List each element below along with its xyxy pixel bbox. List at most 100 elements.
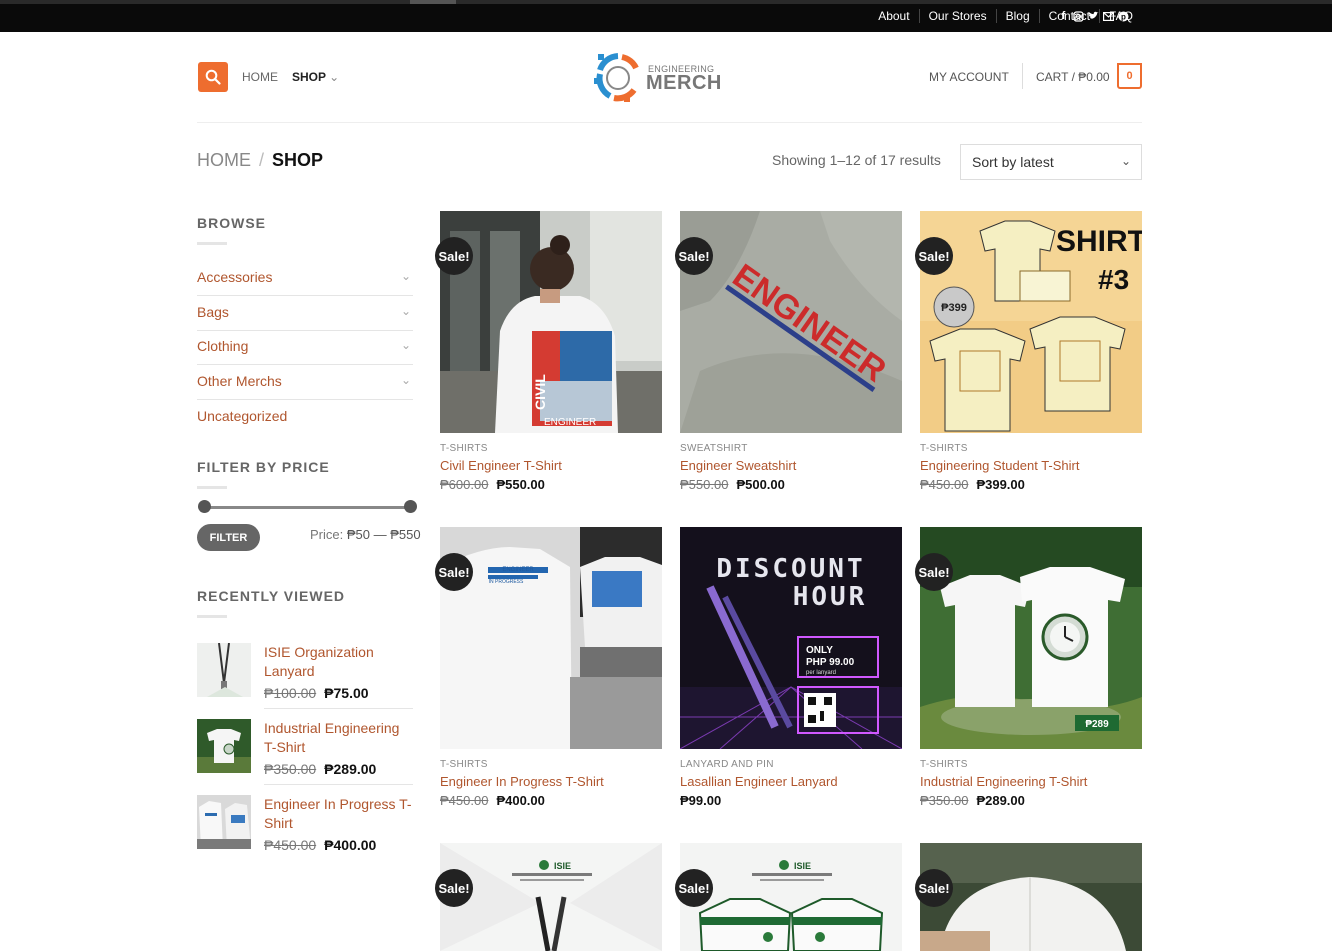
poster-only: ONLY <box>806 645 833 656</box>
instagram-icon[interactable] <box>1073 10 1084 22</box>
recent-item-price: ₱450.00 ₱400.00 <box>264 837 376 853</box>
email-icon[interactable] <box>1103 10 1114 22</box>
product-image[interactable]: ISIE <box>680 843 902 951</box>
isie-lanyard-image: ISIE <box>440 843 662 951</box>
twitter-icon[interactable] <box>1088 10 1099 22</box>
product-title[interactable]: Civil Engineer T-Shirt <box>440 458 562 473</box>
product-image[interactable]: CIVIL ENGINEER <box>440 211 662 433</box>
discount-hour-poster: DISCOUNT HOUR ONLY PHP 99.00 per lanyard <box>680 527 902 749</box>
product-image[interactable]: ₱289 <box>920 527 1142 749</box>
product-image[interactable]: ENGINEER IN PROGRESS <box>440 527 662 749</box>
facebook-icon[interactable]: f <box>1058 10 1069 22</box>
site-logo[interactable]: ENGINEERING MERCH <box>594 52 724 104</box>
recent-item[interactable]: Industrial Engineering T-Shirt ₱350.00 ₱2… <box>197 719 413 793</box>
isie-logo-text: ISIE <box>794 861 811 871</box>
shirt-print-line2: IN PROGRESS <box>489 579 524 585</box>
sort-selected-value: Sort by latest <box>972 154 1054 170</box>
category-other-merchs[interactable]: Other Merchs ⌄ <box>197 365 413 400</box>
price-slider-min-handle[interactable] <box>198 500 211 513</box>
cart-link[interactable]: CART / ₱0.00 <box>1036 70 1110 84</box>
recent-item-name[interactable]: Engineer In Progress T-Shirt <box>264 795 414 833</box>
nav-shop[interactable]: SHOP ⌄ <box>292 70 339 84</box>
my-account-link[interactable]: MY ACCOUNT <box>929 70 1009 84</box>
recent-separator <box>264 708 413 709</box>
product-image[interactable]: ENGINEER <box>680 211 902 433</box>
sale-badge: Sale! <box>675 237 713 275</box>
recent-item-thumbnail[interactable] <box>197 795 251 849</box>
chevron-down-icon[interactable]: ⌄ <box>401 338 411 352</box>
sale-badge: Sale! <box>915 869 953 907</box>
product-price: ₱450.00 ₱400.00 <box>440 793 545 808</box>
product-image[interactable]: DISCOUNT HOUR ONLY PHP 99.00 per lanyard <box>680 527 902 749</box>
category-label: Accessories <box>197 269 273 285</box>
shirt-print-civil: CIVIL <box>532 374 548 410</box>
cart-count-badge[interactable]: 0 <box>1117 63 1142 89</box>
isie-polo-image: ISIE <box>680 843 902 951</box>
pinterest-icon[interactable]: p <box>1118 10 1129 22</box>
category-accessories[interactable]: Accessories ⌄ <box>197 261 413 296</box>
category-clothing[interactable]: Clothing ⌄ <box>197 330 413 365</box>
social-icons: f p <box>1058 10 1129 22</box>
sort-select[interactable]: Sort by latest ⌄ <box>960 144 1142 180</box>
industrial-engineering-poster: ₱289 <box>920 527 1142 749</box>
gear-logo-icon <box>594 53 639 102</box>
product-title[interactable]: Engineer In Progress T-Shirt <box>440 774 604 789</box>
sale-price: ₱75.00 <box>324 685 369 701</box>
breadcrumb: HOME / SHOP <box>197 150 323 171</box>
breadcrumb-home[interactable]: HOME <box>197 150 251 170</box>
category-bags[interactable]: Bags ⌄ <box>197 296 413 331</box>
recent-item-name[interactable]: ISIE Organization Lanyard <box>264 643 414 681</box>
product-image[interactable]: SHIRT #3 ₱399 <box>920 211 1142 433</box>
top-link-about[interactable]: About <box>869 9 918 23</box>
search-button[interactable] <box>198 62 228 92</box>
price-label: Price: <box>310 527 344 542</box>
old-price: ₱550.00 <box>680 477 729 492</box>
svg-text:p: p <box>1121 12 1126 21</box>
product-title[interactable]: Engineering Student T-Shirt <box>920 458 1079 473</box>
sale-badge: Sale! <box>435 553 473 591</box>
product-category[interactable]: T-SHIRTS <box>920 443 968 454</box>
recent-item-thumbnail[interactable] <box>197 643 251 697</box>
top-link-blog[interactable]: Blog <box>995 9 1039 23</box>
product-category[interactable]: SWEATSHIRT <box>680 443 748 454</box>
recent-item[interactable]: ISIE Organization Lanyard ₱100.00 ₱75.00 <box>197 643 413 717</box>
discount-line2: HOUR <box>793 582 868 612</box>
old-price: ₱350.00 <box>264 761 317 777</box>
product-category[interactable]: LANYARD AND PIN <box>680 759 774 770</box>
price-slider-track[interactable] <box>204 506 410 509</box>
sale-price: ₱400.00 <box>324 837 377 853</box>
product-price: ₱99.00 <box>680 793 721 808</box>
recent-item[interactable]: Engineer In Progress T-Shirt ₱450.00 ₱400… <box>197 795 413 869</box>
price-range-value: ₱50 — ₱550 <box>346 527 421 542</box>
breadcrumb-current: SHOP <box>272 150 324 170</box>
nav-home[interactable]: HOME <box>242 70 278 84</box>
product-category[interactable]: T-SHIRTS <box>440 443 488 454</box>
poster-per-lanyard: per lanyard <box>806 670 836 676</box>
old-price: ₱100.00 <box>264 685 317 701</box>
price-tag-text: ₱399 <box>941 302 967 314</box>
category-uncategorized[interactable]: Uncategorized <box>197 400 413 435</box>
recent-item-name[interactable]: Industrial Engineering T-Shirt <box>264 719 414 757</box>
product-image[interactable] <box>920 843 1142 951</box>
breadcrumb-separator: / <box>259 150 265 170</box>
chevron-down-icon: ⌄ <box>1120 154 1131 168</box>
top-link-stores[interactable]: Our Stores <box>918 9 996 23</box>
sale-price: ₱399.00 <box>976 477 1025 492</box>
product-image[interactable]: ISIE <box>440 843 662 951</box>
product-title[interactable]: Lasallian Engineer Lanyard <box>680 774 838 789</box>
chevron-down-icon[interactable]: ⌄ <box>401 304 411 318</box>
product-title[interactable]: Industrial Engineering T-Shirt <box>920 774 1087 789</box>
product-title[interactable]: Engineer Sweatshirt <box>680 458 796 473</box>
chevron-down-icon[interactable]: ⌄ <box>401 269 411 283</box>
product-category[interactable]: T-SHIRTS <box>920 759 968 770</box>
civil-engineer-photo: CIVIL ENGINEER <box>440 211 662 433</box>
recent-item-thumbnail[interactable] <box>197 719 251 773</box>
old-price: ₱600.00 <box>440 477 489 492</box>
sale-badge: Sale! <box>915 553 953 591</box>
price-slider-max-handle[interactable] <box>404 500 417 513</box>
tshirt-thumb-image <box>197 795 251 849</box>
product-category[interactable]: T-SHIRTS <box>440 759 488 770</box>
filter-button[interactable]: FILTER <box>197 524 260 551</box>
product-price: ₱550.00 ₱500.00 <box>680 477 785 492</box>
chevron-down-icon[interactable]: ⌄ <box>401 373 411 387</box>
